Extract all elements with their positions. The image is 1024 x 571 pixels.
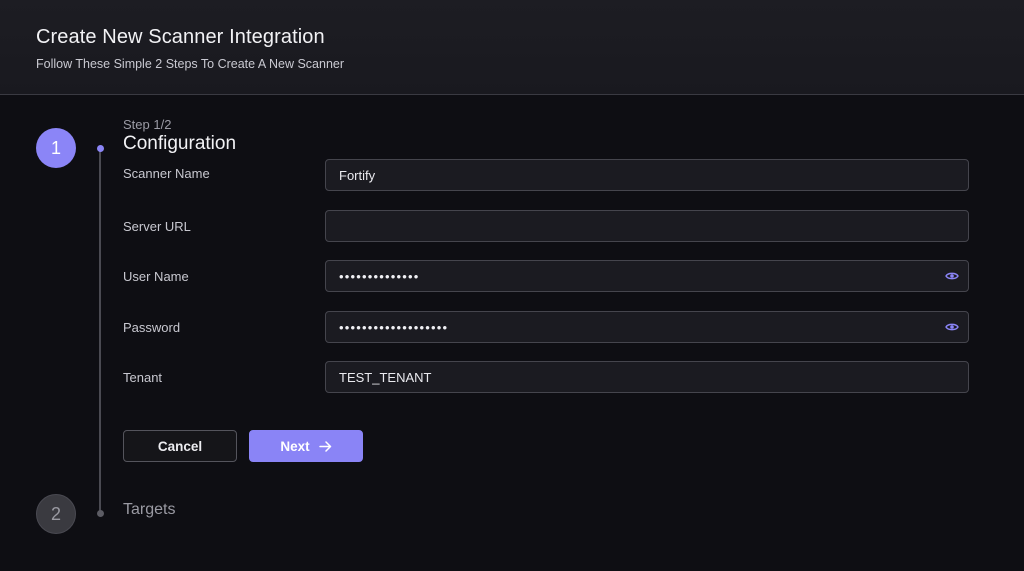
step-1-circle: 1: [36, 128, 76, 168]
server-url-label: Server URL: [123, 219, 191, 234]
page-title: Create New Scanner Integration: [36, 26, 325, 48]
eye-icon[interactable]: [944, 268, 960, 284]
tenant-input[interactable]: TEST_TENANT: [325, 361, 969, 393]
password-label: Password: [123, 320, 181, 335]
eye-icon[interactable]: [944, 319, 960, 335]
server-url-input[interactable]: [325, 210, 969, 242]
scanner-name-input[interactable]: Fortify: [325, 159, 969, 191]
password-masked-value: •••••••••••••••••••: [339, 319, 449, 335]
step-1-counter: Step 1/2: [123, 117, 172, 132]
stepper-dot-step-2: [96, 510, 104, 517]
user-name-input[interactable]: ••••••••••••••: [325, 260, 969, 292]
step-1-heading: Configuration: [123, 133, 237, 154]
step-2-circle[interactable]: 2: [36, 494, 76, 534]
cancel-button[interactable]: Cancel: [123, 430, 237, 462]
stepper-line: [99, 148, 101, 514]
scanner-name-label: Scanner Name: [123, 166, 210, 181]
page-subtitle: Follow These Simple 2 Steps To Create A …: [36, 57, 345, 71]
scanner-name-value: Fortify: [339, 167, 376, 183]
user-name-masked-value: ••••••••••••••: [339, 268, 420, 284]
page-header: Create New Scanner Integration Follow Th…: [0, 0, 1024, 95]
user-name-label: User Name: [123, 269, 189, 284]
cancel-button-label: Cancel: [157, 438, 203, 454]
tenant-label: Tenant: [123, 370, 163, 385]
next-button-label: Next: [280, 438, 310, 454]
step-2-heading: Targets: [123, 501, 176, 518]
stepper-dot-step-1: [96, 145, 104, 152]
next-button[interactable]: Next: [249, 430, 363, 462]
password-input[interactable]: •••••••••••••••••••: [325, 311, 969, 343]
arrow-right-icon: [318, 440, 332, 452]
tenant-value: TEST_TENANT: [339, 369, 432, 385]
